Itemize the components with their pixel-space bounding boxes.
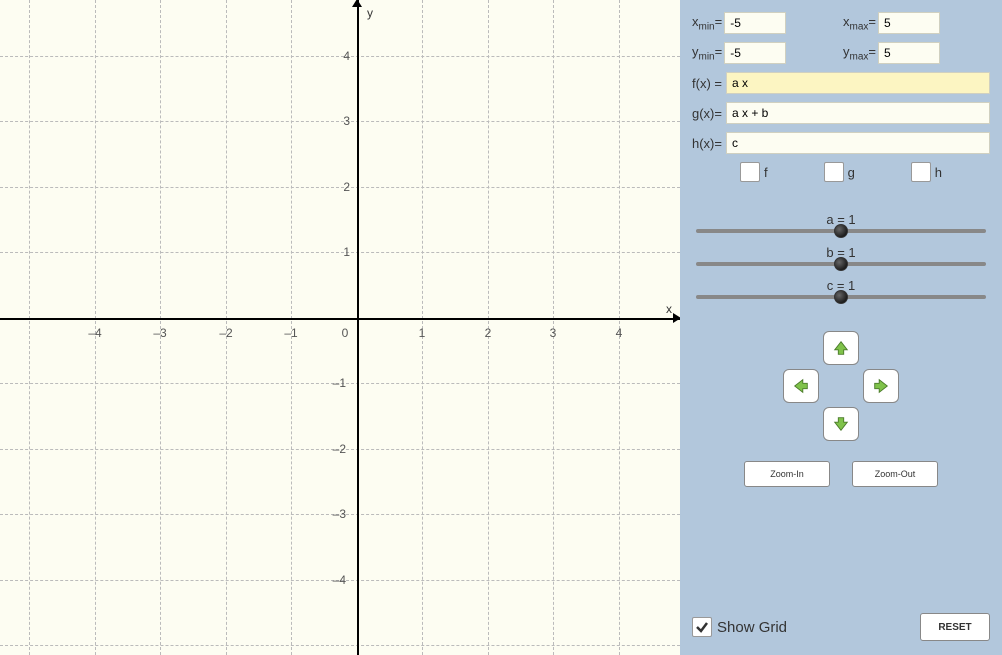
checkbox-show-grid[interactable] — [692, 617, 712, 637]
arrow-left-icon — [792, 377, 810, 395]
zoom-out-button[interactable]: Zoom-Out — [852, 461, 938, 487]
g-input[interactable] — [726, 102, 990, 124]
ymin-input[interactable] — [724, 42, 786, 64]
tick-x: –3 — [153, 326, 166, 340]
reset-button[interactable]: RESET — [920, 613, 990, 641]
xmax-input[interactable] — [878, 12, 940, 34]
pan-left-button[interactable] — [783, 369, 819, 403]
ymin-label: ymin= — [692, 44, 722, 63]
xmin-label: xmin= — [692, 14, 722, 33]
arrow-up-icon — [832, 339, 850, 357]
ymax-label: ymax= — [843, 44, 876, 63]
xmax-label: xmax= — [843, 14, 876, 33]
tick-x: 4 — [616, 326, 623, 340]
slider-c[interactable] — [696, 295, 986, 299]
x-axis-label: x — [666, 302, 672, 316]
checkbox-g[interactable] — [824, 162, 844, 182]
tick-y: 1 — [320, 245, 350, 259]
tick-x: 2 — [485, 326, 492, 340]
xmin-input[interactable] — [724, 12, 786, 34]
arrow-up-icon — [352, 0, 362, 7]
slider-a[interactable] — [696, 229, 986, 233]
arrow-right-icon — [673, 313, 680, 323]
checkbox-h-label: h — [935, 165, 942, 180]
checkbox-f[interactable] — [740, 162, 760, 182]
h-label: h(x)= — [692, 136, 722, 151]
graph-canvas[interactable]: y x –4 –3 –2 –1 0 1 2 3 4 4 3 2 1 –1 –2 … — [0, 0, 680, 655]
tick-x: –2 — [219, 326, 232, 340]
tick-y: 4 — [320, 49, 350, 63]
tick-y: 2 — [320, 180, 350, 194]
ymax-input[interactable] — [878, 42, 940, 64]
tick-y: –1 — [316, 376, 346, 390]
arrow-right-icon — [872, 377, 890, 395]
tick-x: 1 — [419, 326, 426, 340]
slider-b[interactable] — [696, 262, 986, 266]
zoom-in-button[interactable]: Zoom-In — [744, 461, 830, 487]
pan-down-button[interactable] — [823, 407, 859, 441]
pan-right-button[interactable] — [863, 369, 899, 403]
tick-y: –3 — [316, 507, 346, 521]
show-grid-label: Show Grid — [717, 619, 787, 636]
checkbox-f-label: f — [764, 165, 768, 180]
g-label: g(x)= — [692, 106, 722, 121]
control-panel: xmin= xmax= ymin= ymax= f(x) = g(x)= — [680, 0, 1002, 655]
tick-x: 0 — [342, 326, 349, 340]
x-axis — [0, 318, 680, 320]
checkmark-icon — [695, 620, 709, 634]
tick-x: 3 — [550, 326, 557, 340]
arrow-down-icon — [832, 415, 850, 433]
f-input[interactable] — [726, 72, 990, 94]
tick-x: –4 — [88, 326, 101, 340]
tick-y: 3 — [320, 114, 350, 128]
pan-arrows — [692, 329, 990, 443]
checkbox-h[interactable] — [911, 162, 931, 182]
h-input[interactable] — [726, 132, 990, 154]
y-axis — [357, 0, 359, 655]
f-label: f(x) = — [692, 76, 722, 91]
tick-x: –1 — [284, 326, 297, 340]
tick-y: –2 — [316, 442, 346, 456]
pan-up-button[interactable] — [823, 331, 859, 365]
y-axis-label: y — [367, 6, 373, 20]
checkbox-g-label: g — [848, 165, 855, 180]
tick-y: –4 — [316, 573, 346, 587]
